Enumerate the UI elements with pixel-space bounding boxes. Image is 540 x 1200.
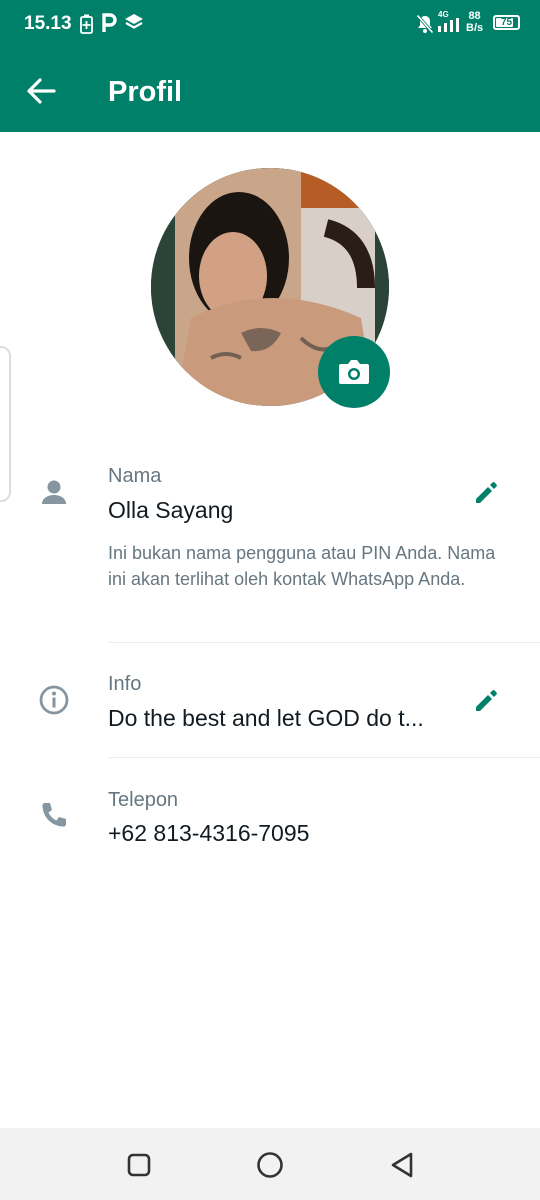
triangle-back-nav-icon[interactable]	[385, 1148, 419, 1182]
divider	[108, 757, 540, 758]
mute-bell-icon	[416, 14, 434, 34]
about-value[interactable]: Do the best and let GOD do t...	[108, 705, 424, 732]
divider	[108, 642, 540, 643]
status-bar: 15.13 4G 88 B/s 75	[0, 0, 540, 48]
edit-name-pencil-icon[interactable]	[470, 477, 502, 509]
system-nav-bar	[0, 1128, 540, 1200]
net-speed-unit: B/s	[466, 22, 484, 34]
square-nav-icon[interactable]	[122, 1148, 156, 1182]
change-photo-button[interactable]	[318, 336, 390, 408]
about-label: Info	[108, 673, 142, 695]
status-time: 15.13	[24, 13, 72, 34]
phone-label: Telepon	[108, 789, 179, 811]
camera-icon	[339, 360, 369, 384]
edge-panel-handle[interactable]	[0, 346, 11, 502]
name-value[interactable]: Olla Sayang	[108, 497, 233, 524]
layers-icon	[125, 14, 143, 29]
battery-level: 75	[500, 17, 513, 28]
parking-app-icon	[102, 13, 117, 32]
back-arrow-icon[interactable]	[24, 74, 58, 108]
edit-about-pencil-icon[interactable]	[470, 685, 502, 717]
signal-icon	[438, 18, 459, 32]
page-title: Profil	[108, 76, 183, 108]
phone-value: +62 813-4316-7095	[108, 820, 310, 846]
info-icon	[39, 685, 69, 715]
circle-nav-icon[interactable]	[253, 1148, 287, 1182]
battery-saver-icon	[80, 14, 93, 34]
net-speed-value: 88	[468, 10, 481, 22]
person-icon	[42, 480, 66, 504]
name-hint: Ini bukan nama pengguna atau PIN Anda. N…	[108, 543, 496, 589]
phone-icon	[42, 803, 66, 827]
name-label: Nama	[108, 465, 162, 487]
net-speed: 88 B/s	[466, 10, 483, 34]
battery-indicator: 75	[493, 15, 520, 30]
